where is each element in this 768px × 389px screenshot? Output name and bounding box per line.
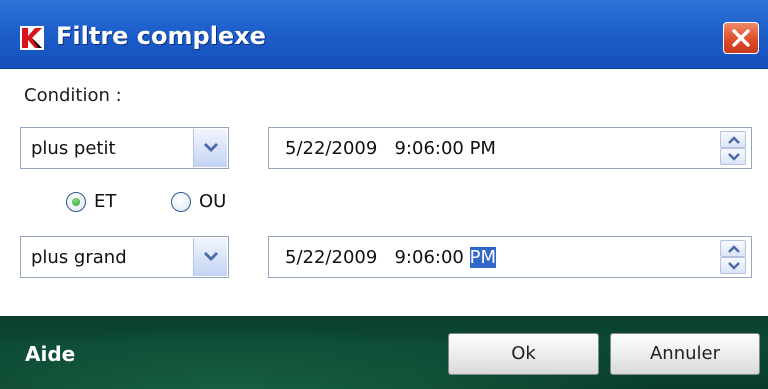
radio-label-et: ET [94,191,117,212]
close-icon [732,29,750,47]
spin-up-button-1[interactable] [720,131,746,148]
operator-select-1[interactable]: plus petit [20,127,229,169]
date-value-1: 5/22/2009 [285,138,378,159]
help-link[interactable]: Aide [25,342,75,366]
operator-value-2: plus grand [31,247,127,268]
radio-circle-ou [171,192,191,212]
datetime-value-2: 5/22/2009 9:06:00 PM [285,247,496,268]
dialog-footer: Aide Ok Annuler [0,316,768,389]
date-value-2: 5/22/2009 [285,247,378,268]
arrow-down-icon [728,153,740,161]
title-bar: Filtre complexe [0,0,768,69]
radio-dot-selected [72,198,80,206]
logic-radio-group: ET OU [66,190,256,220]
spin-up-button-2[interactable] [720,240,746,257]
datetime-field-2[interactable]: 5/22/2009 9:06:00 PM [268,236,752,278]
close-button[interactable] [723,22,759,54]
time-value-2: 9:06:00 [394,247,470,268]
arrow-up-icon [728,136,740,144]
datetime-spinner-2 [718,238,750,276]
dropdown-button-2[interactable] [193,238,227,276]
time-selected-segment[interactable]: PM [469,247,496,268]
radio-label-ou: OU [199,191,227,212]
dropdown-button-1[interactable] [193,129,227,167]
datetime-spinner-1 [718,129,750,167]
spin-down-button-1[interactable] [720,148,746,165]
kaspersky-logo-icon [20,26,44,50]
datetime-value-1: 5/22/2009 9:06:00 PM [285,138,496,159]
time-value-1: 9:06:00 PM [394,138,496,159]
radio-circle-et [66,192,86,212]
datetime-field-1[interactable]: 5/22/2009 9:06:00 PM [268,127,752,169]
condition-label: Condition : [24,85,122,106]
arrow-up-icon [728,245,740,253]
arrow-down-icon [728,262,740,270]
ok-button[interactable]: Ok [448,333,599,375]
cancel-button[interactable]: Annuler [610,333,760,375]
window-title: Filtre complexe [56,22,266,50]
spin-down-button-2[interactable] [720,257,746,274]
filter-dialog: Filtre complexe Condition : plus petit 5… [0,0,768,389]
chevron-down-icon [204,252,218,261]
chevron-down-icon [204,143,218,152]
operator-value-1: plus petit [31,138,116,159]
operator-select-2[interactable]: plus grand [20,236,229,278]
